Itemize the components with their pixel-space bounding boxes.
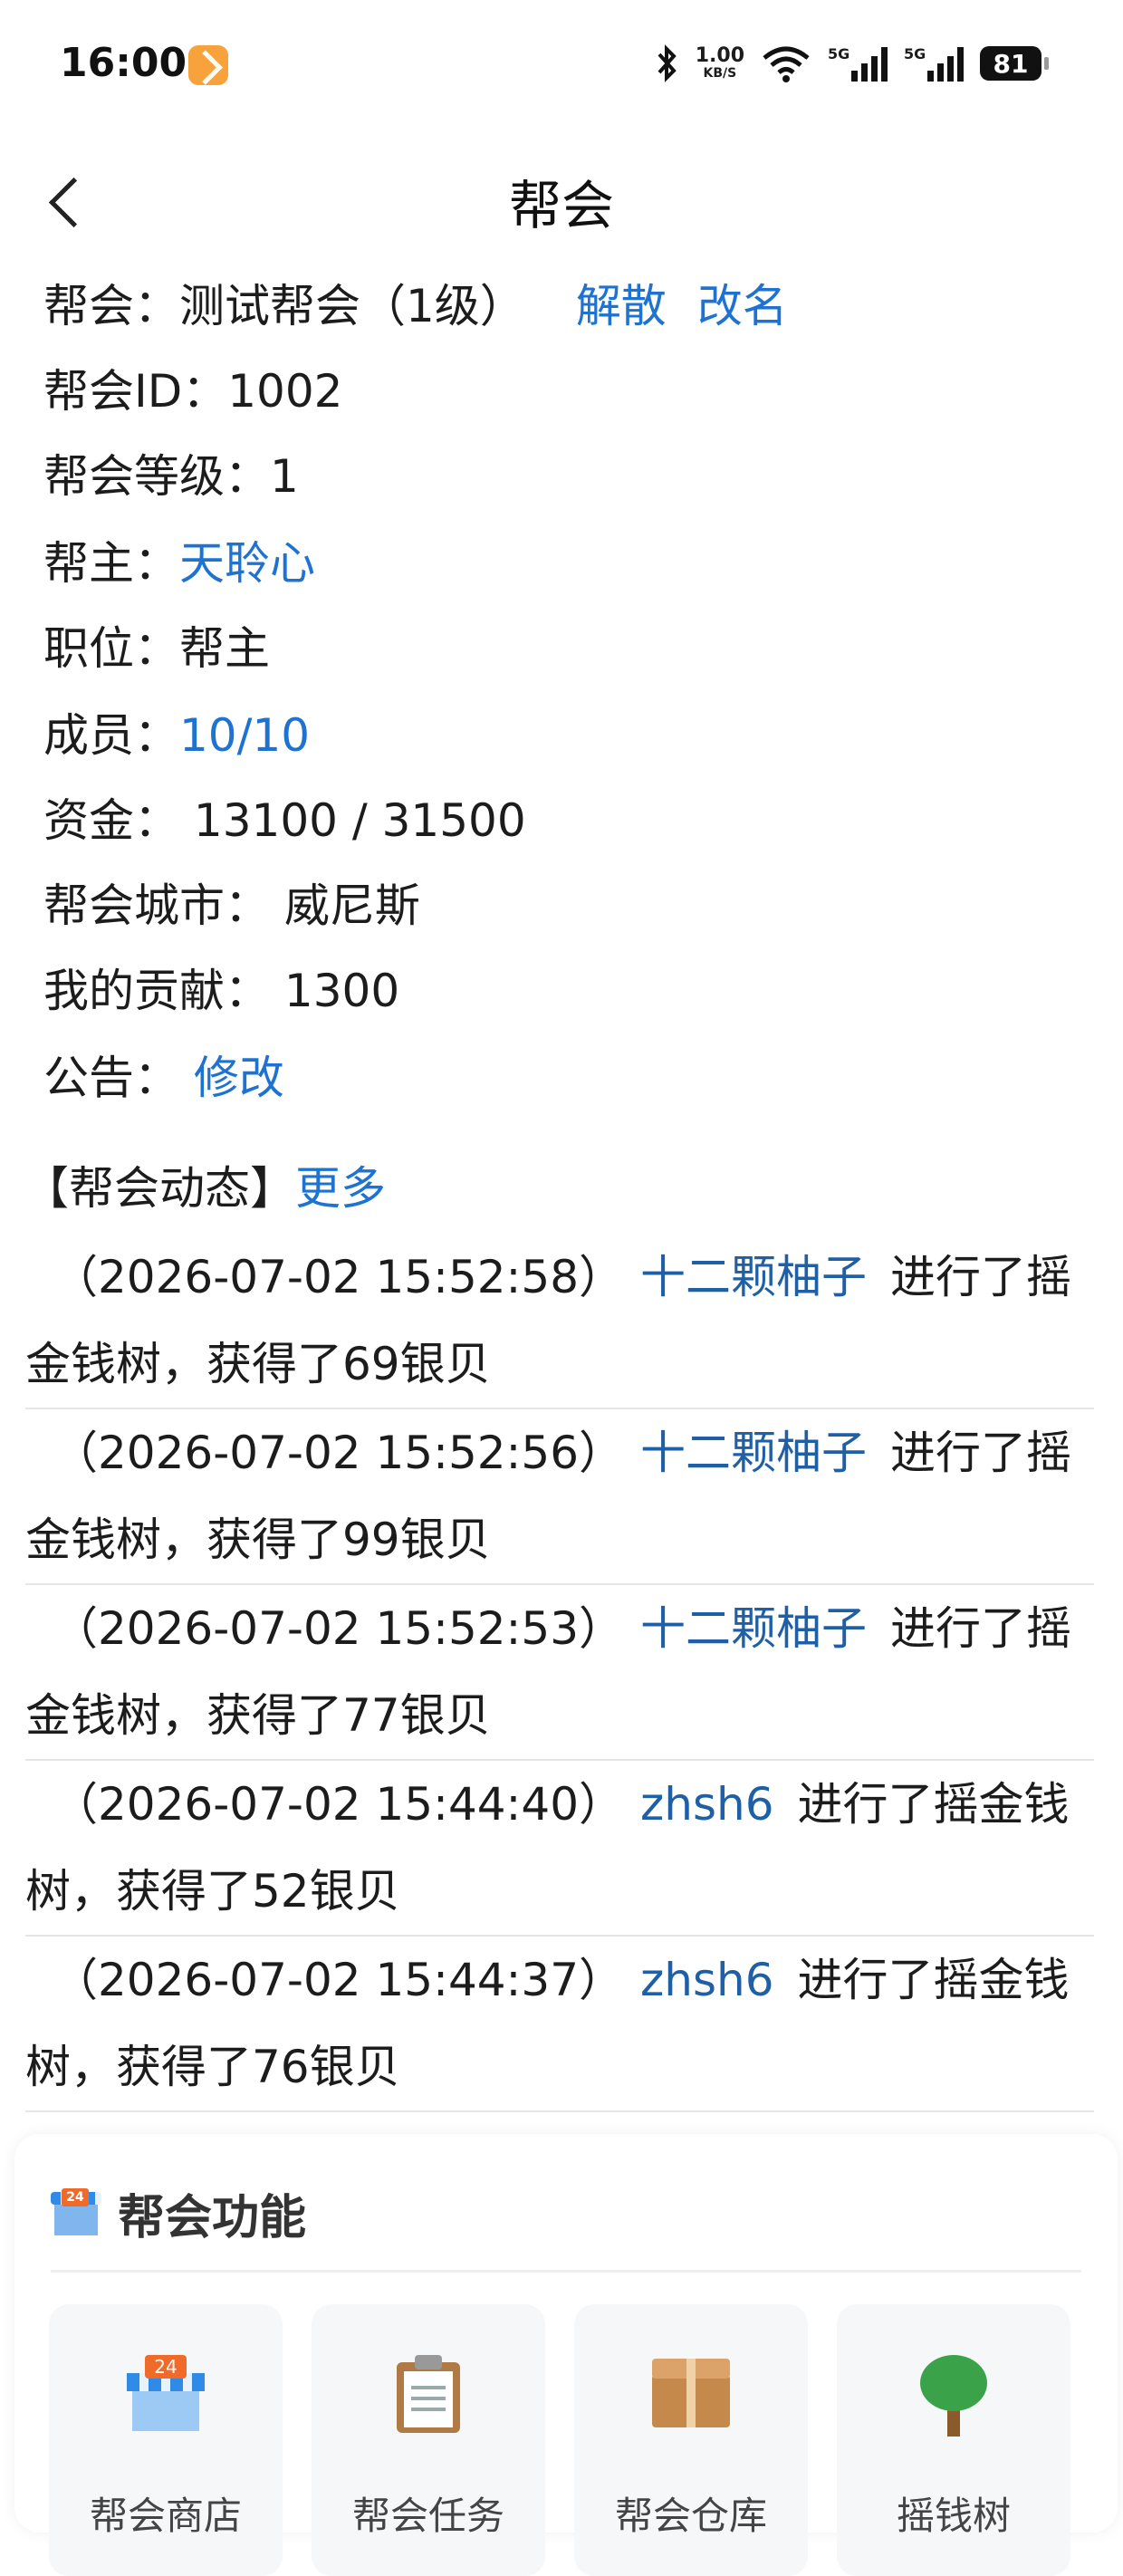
contribution-label: 我的贡献： — [43, 965, 270, 1017]
activity-user-link[interactable]: 十二颗柚子 — [640, 1427, 867, 1479]
notice-label: 公告： — [43, 1052, 179, 1104]
guild-shop-tile[interactable]: 24 帮会商店 — [49, 2304, 283, 2576]
battery-icon: 81 — [980, 46, 1049, 81]
members-link[interactable]: 10/10 — [179, 709, 310, 762]
activity-time: （2026-07-02 15:52:53） — [53, 1602, 625, 1655]
activity-heading: 【帮会动态】 — [24, 1162, 295, 1215]
guild-warehouse-tile[interactable]: 帮会仓库 — [574, 2304, 808, 2576]
guild-name-label: 帮会： — [43, 280, 179, 332]
guild-level-row: 帮会等级：1 — [43, 449, 299, 504]
guild-leader-row: 帮主：天聆心 — [43, 536, 315, 591]
disband-button[interactable]: 解散 — [576, 280, 667, 332]
network-speed: 1.00 KB/S — [695, 44, 744, 82]
notice-edit-button[interactable]: 修改 — [194, 1052, 284, 1104]
tile-label: 帮会商店 — [89, 2494, 242, 2538]
funds-row: 资金： 13100 / 31500 — [43, 793, 526, 848]
divider — [51, 2270, 1081, 2273]
package-icon — [652, 2355, 730, 2427]
tile-label: 摇钱树 — [896, 2494, 1011, 2538]
guild-id-label: 帮会ID： — [43, 365, 228, 418]
tree-icon — [915, 2355, 993, 2437]
guild-leader-label: 帮主： — [43, 537, 179, 590]
city-value: 威尼斯 — [283, 879, 420, 932]
activity-user-link[interactable]: 十二颗柚子 — [640, 1602, 867, 1655]
guild-leader-link[interactable]: 天聆心 — [179, 537, 315, 590]
functions-title: 帮会功能 — [118, 2191, 307, 2245]
activity-user-link[interactable]: 十二颗柚子 — [640, 1251, 867, 1303]
clipboard-icon — [397, 2355, 460, 2433]
guild-tasks-tile[interactable]: 帮会任务 — [312, 2304, 545, 2576]
activity-item: （2026-07-02 15:44:40） zhsh6 进行了摇金钱树，获得了52银… — [25, 1761, 1094, 1937]
convenience-store-icon: 24 — [51, 2187, 101, 2239]
signal-label: 5G — [904, 45, 926, 62]
members-row: 成员：10/10 — [43, 708, 310, 763]
notice-row: 公告： 修改 — [43, 1051, 284, 1105]
convenience-store-icon: 24 — [127, 2355, 205, 2433]
position-row: 职位：帮主 — [43, 621, 270, 676]
position-label: 职位： — [43, 622, 179, 675]
guild-functions-card: 24 帮会功能 24 帮会商店 帮会任务 帮会仓库 摇钱树 — [14, 2134, 1118, 2576]
speed-unit: KB/S — [703, 66, 737, 81]
status-bar: 16:00 1.00 KB/S 5G 5G 81 — [0, 0, 1123, 127]
functions-title-row: 24 帮会功能 — [51, 2179, 306, 2247]
page-title: 帮会 — [508, 175, 614, 236]
activity-time: （2026-07-02 15:44:37） — [53, 1954, 625, 2006]
funds-label: 资金： — [43, 794, 179, 847]
speed-value: 1.00 — [695, 44, 744, 67]
activity-more-link[interactable]: 更多 — [295, 1162, 386, 1215]
city-label: 帮会城市： — [43, 879, 270, 932]
tile-label: 帮会仓库 — [614, 2494, 767, 2538]
guild-level-label: 帮会等级： — [43, 450, 270, 503]
wifi-icon — [763, 46, 810, 82]
guild-id-row: 帮会ID：1002 — [43, 364, 343, 418]
guild-id-value: 1002 — [227, 365, 343, 418]
members-label: 成员： — [43, 709, 179, 762]
activity-feed: （2026-07-02 15:52:58） 十二颗柚子 进行了摇金钱树，获得了69银… — [25, 1234, 1094, 2112]
activity-user-link[interactable]: zhsh6 — [640, 1778, 774, 1831]
status-time: 16:00 — [60, 40, 187, 86]
activity-time: （2026-07-02 15:52:58） — [53, 1251, 625, 1303]
city-row: 帮会城市： 威尼斯 — [43, 879, 420, 933]
bluetooth-icon — [657, 44, 677, 82]
activity-heading-row: 【帮会动态】更多 — [24, 1161, 386, 1216]
tile-label: 帮会任务 — [351, 2494, 504, 2538]
guild-name-row: 帮会：测试帮会（1级） 解散 改名 — [43, 279, 788, 333]
activity-item: （2026-07-02 15:44:37） zhsh6 进行了摇金钱树，获得了76银… — [25, 1937, 1094, 2112]
function-tiles: 24 帮会商店 帮会任务 帮会仓库 摇钱树 — [49, 2304, 1070, 2576]
money-tree-tile[interactable]: 摇钱树 — [837, 2304, 1070, 2576]
rename-button[interactable]: 改名 — [697, 280, 788, 332]
contribution-value: 1300 — [283, 965, 400, 1017]
app-badge-icon — [188, 45, 228, 85]
signal-icon: 5G — [828, 45, 888, 82]
battery-level: 81 — [993, 48, 1029, 79]
guild-name-value: 测试帮会（1级） — [179, 280, 525, 332]
status-icons: 1.00 KB/S 5G 5G 81 — [656, 36, 1049, 91]
activity-item: （2026-07-02 15:52:53） 十二颗柚子 进行了摇金钱树，获得了77银… — [25, 1585, 1094, 1761]
activity-time: （2026-07-02 15:44:40） — [53, 1778, 625, 1831]
position-value: 帮主 — [179, 622, 270, 675]
signal-icon: 5G — [904, 45, 964, 82]
funds-value: 13100 / 31500 — [193, 794, 526, 847]
contribution-row: 我的贡献： 1300 — [43, 964, 399, 1018]
guild-level-value: 1 — [270, 450, 299, 503]
activity-user-link[interactable]: zhsh6 — [640, 1954, 774, 2006]
activity-item: （2026-07-02 15:52:58） 十二颗柚子 进行了摇金钱树，获得了69银… — [25, 1234, 1094, 1409]
activity-time: （2026-07-02 15:52:56） — [53, 1427, 625, 1479]
activity-item: （2026-07-02 15:52:56） 十二颗柚子 进行了摇金钱树，获得了99银… — [25, 1409, 1094, 1585]
signal-label: 5G — [828, 45, 850, 62]
